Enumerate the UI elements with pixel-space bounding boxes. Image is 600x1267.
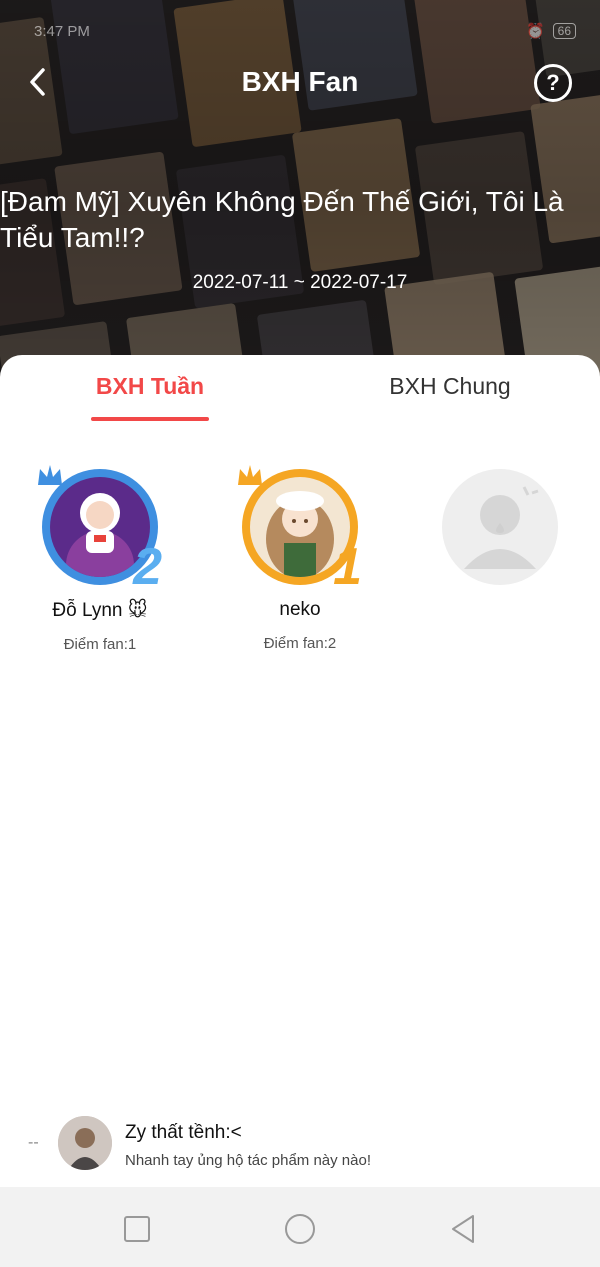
comment-ticker[interactable]: -- Zy thất tềnh:< Nhanh tay ủng hộ tác p… (0, 1112, 600, 1182)
fan-name: neko (279, 599, 321, 620)
tab-weekly[interactable]: BXH Tuần (60, 373, 240, 400)
commenter-name: Zy thất tềnh:< (125, 1122, 242, 1143)
status-time: 3:47 PM (34, 22, 90, 40)
square-icon (124, 1216, 150, 1242)
crown-icon (38, 465, 62, 485)
default-avatar-icon (464, 486, 539, 569)
triangle-back-icon (452, 1215, 474, 1243)
help-button[interactable]: ? (534, 64, 572, 102)
ranking-panel: BXH Tuần BXH Chung 2 Đỗ Lynn 🐭 Điểm fan:… (0, 355, 600, 1187)
battery-indicator: 66 (552, 23, 576, 39)
circle-icon (285, 1214, 315, 1244)
podium-rank-1[interactable]: 1 neko Điểm fan:2 (200, 455, 400, 652)
page-title: BXH Fan (241, 66, 359, 97)
crown-icon (238, 465, 262, 485)
comment-text: Nhanh tay ủng hộ tác phẩm này nào! (125, 1152, 372, 1169)
comment-dash: -- (28, 1134, 39, 1151)
rank-badge: 1 (333, 538, 362, 596)
alarm-icon: ⏰ (525, 23, 545, 40)
fan-name: Đỗ Lynn 🐭 (52, 600, 148, 621)
rank-badge: 2 (133, 538, 162, 596)
fan-score: Điểm fan:1 (63, 636, 137, 653)
tab-overall[interactable]: BXH Chung (360, 373, 540, 400)
fan-score: Điểm fan:2 (263, 635, 337, 652)
header-banner: 3:47 PM ⏰ 66 BXH Fan ? [Đam Mỹ] Xuyên Kh… (0, 0, 600, 380)
active-tab-indicator (91, 417, 209, 421)
question-mark-icon: ? (546, 70, 560, 95)
recent-apps-button[interactable] (117, 1209, 157, 1249)
back-nav-button[interactable] (443, 1209, 483, 1249)
date-range: 2022-07-11 ~ 2022-07-17 (192, 272, 408, 293)
system-nav-bar (0, 1187, 600, 1267)
podium-rank-2[interactable]: 2 Đỗ Lynn 🐭 Điểm fan:1 (0, 455, 200, 653)
status-bar: 3:47 PM ⏰ 66 (34, 18, 576, 44)
home-button[interactable] (280, 1209, 320, 1249)
commenter-avatar (58, 1116, 112, 1170)
book-title: [Đam Mỹ] Xuyên Không Đến Thế Giới, Tôi L… (0, 186, 564, 253)
top-bar: BXH Fan ? (0, 56, 600, 108)
podium-rank-3 (400, 455, 600, 609)
avatar-placeholder (442, 469, 558, 585)
